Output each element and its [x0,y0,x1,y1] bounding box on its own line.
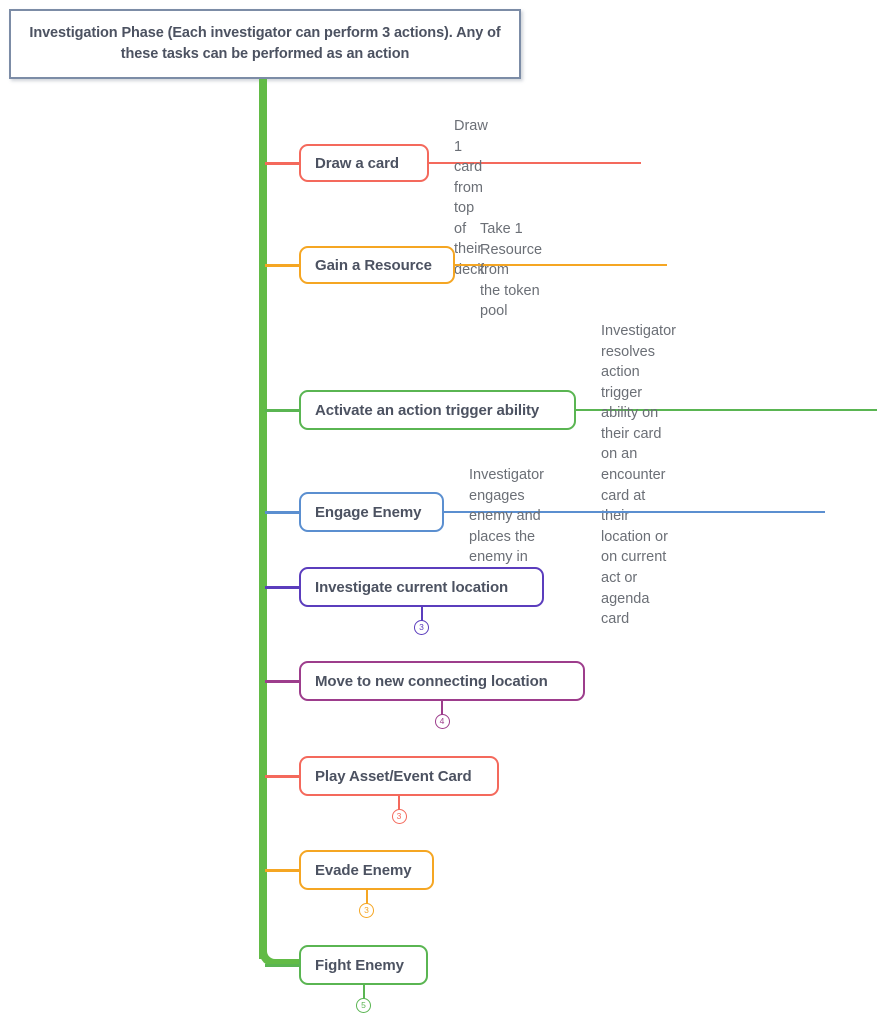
badge-stem [362,985,365,999]
root-node-label: Investigation Phase (Each investigator c… [29,24,501,62]
badge-stem [420,607,423,621]
count-badge[interactable]: 3 [359,903,374,918]
badge-stem [398,796,400,810]
node-box[interactable]: Play Asset/Event Card [299,756,499,796]
root-node[interactable]: Investigation Phase (Each investigator c… [9,9,521,79]
node-box[interactable]: Move to new connecting location [299,661,585,701]
branch-connector [265,869,301,872]
node-label: Investigate current location [315,578,509,596]
count-badge[interactable]: 3 [391,809,407,824]
branch-connector [265,162,301,165]
branch-connector [265,511,301,514]
node-box[interactable]: Gain a Resource [299,246,455,284]
branch-connector [265,586,301,589]
mindmap-canvas: Investigation Phase (Each investigator c… [0,0,889,1024]
annotation-text: Take 1 Resource from the token pool [480,221,543,320]
count-badge[interactable]: 3 [414,620,429,635]
node-label: Engage Enemy [315,503,422,521]
count-badge[interactable]: 5 [356,998,371,1013]
node-box[interactable]: Investigate current location [299,567,544,607]
count-badge[interactable]: 4 [434,714,450,729]
branch-connector [265,409,301,412]
node-label: Move to new connecting location [315,672,548,690]
badge-stem [441,701,443,715]
branch-connector [265,775,301,778]
branch-connector [265,680,301,683]
badge-stem [365,890,368,904]
annotation-text: Investigator resolves action trigger abi… [601,323,676,628]
branch-connector [265,964,301,967]
trunk-elbow [259,925,303,967]
node-box[interactable]: Draw a card [299,144,429,182]
node-label: Fight Enemy [315,956,404,974]
node-label: Draw a card [315,154,399,172]
node-box[interactable]: Activate an action trigger ability [299,390,576,430]
node-label: Gain a Resource [315,256,432,274]
node-label: Activate an action trigger ability [315,401,540,419]
trunk-line [259,79,267,959]
node-box[interactable]: Engage Enemy [299,492,444,532]
node-label: Play Asset/Event Card [315,767,472,785]
node-box[interactable]: Evade Enemy [299,850,434,890]
node-box[interactable]: Fight Enemy [299,945,428,985]
branch-connector [265,264,301,267]
node-label: Evade Enemy [315,861,412,879]
